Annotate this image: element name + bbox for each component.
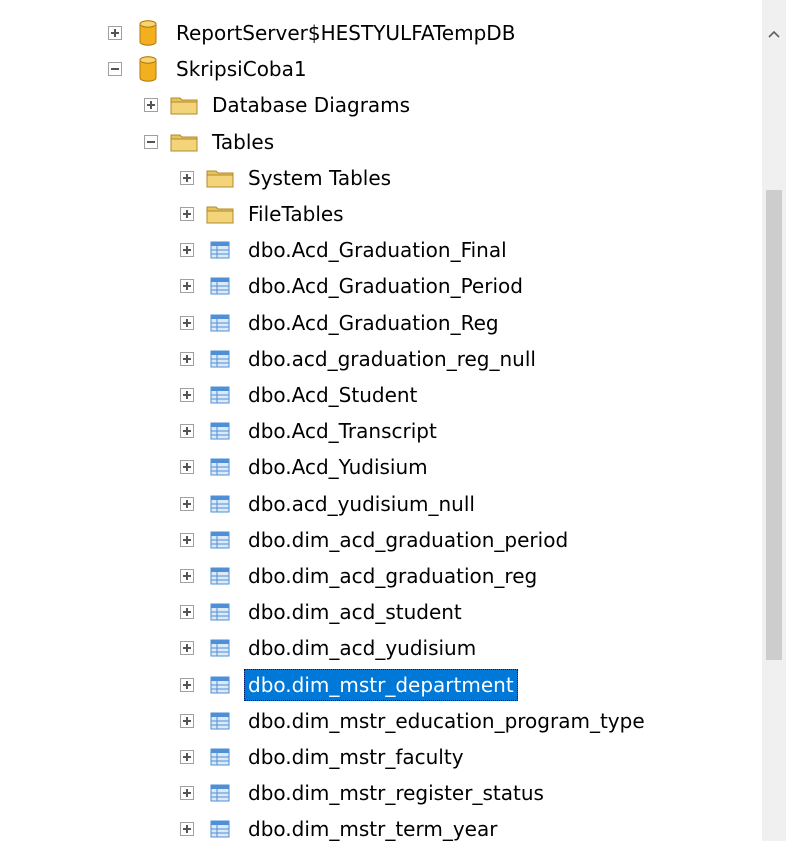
tree-node[interactable]: SkripsiCoba1 bbox=[108, 51, 311, 87]
table-icon bbox=[206, 781, 234, 805]
vertical-scrollbar[interactable] bbox=[762, 0, 786, 841]
expand-icon[interactable] bbox=[180, 677, 194, 692]
tree-node-label[interactable]: dbo.acd_yudisium_null bbox=[244, 488, 479, 520]
scroll-up-arrow-icon[interactable] bbox=[762, 22, 786, 46]
table-icon bbox=[206, 238, 234, 262]
expand-icon[interactable] bbox=[180, 496, 194, 511]
expand-icon[interactable] bbox=[180, 822, 194, 837]
tree-node[interactable]: ReportServer$HESTYULFATempDB bbox=[108, 15, 519, 51]
expand-icon[interactable] bbox=[180, 713, 194, 728]
object-explorer-tree: ReportServer$HESTYULFATempDB SkripsiCoba1… bbox=[0, 0, 762, 841]
tree-node-label[interactable]: dbo.Acd_Transcript bbox=[244, 415, 441, 447]
tree-node-label[interactable]: dbo.Acd_Graduation_Period bbox=[244, 270, 527, 302]
table-icon bbox=[206, 636, 234, 660]
table-icon bbox=[206, 274, 234, 298]
tree-node[interactable]: dbo.Acd_Yudisium bbox=[180, 449, 432, 485]
tree-node-label[interactable]: dbo.dim_mstr_department bbox=[244, 668, 518, 701]
tree-node[interactable]: dbo.dim_mstr_education_program_type bbox=[180, 703, 649, 739]
tree-node-label[interactable]: Tables bbox=[208, 126, 278, 158]
expand-icon[interactable] bbox=[180, 279, 194, 294]
tree-node[interactable]: Tables bbox=[144, 124, 278, 160]
table-icon bbox=[206, 311, 234, 335]
expand-icon[interactable] bbox=[180, 532, 194, 547]
tree-node[interactable]: dbo.dim_mstr_term_year bbox=[180, 811, 501, 841]
tree-node[interactable]: FileTables bbox=[180, 196, 348, 232]
tree-node-label[interactable]: SkripsiCoba1 bbox=[172, 53, 311, 85]
expand-icon[interactable] bbox=[180, 315, 194, 330]
tree-node[interactable]: dbo.dim_acd_yudisium bbox=[180, 630, 480, 666]
table-icon bbox=[206, 528, 234, 552]
table-icon bbox=[206, 419, 234, 443]
expand-icon[interactable] bbox=[180, 605, 194, 620]
tree-node-label[interactable]: dbo.Acd_Yudisium bbox=[244, 451, 432, 483]
tree-node-label[interactable]: dbo.dim_acd_yudisium bbox=[244, 632, 480, 664]
folder-icon bbox=[170, 130, 198, 154]
tree-node-label[interactable]: dbo.dim_acd_student bbox=[244, 596, 466, 628]
table-icon bbox=[206, 673, 234, 697]
folder-icon bbox=[206, 166, 234, 190]
tree-node-label[interactable]: dbo.dim_mstr_term_year bbox=[244, 813, 501, 841]
tree-node[interactable]: dbo.acd_yudisium_null bbox=[180, 486, 479, 522]
tree-node-label[interactable]: dbo.Acd_Graduation_Reg bbox=[244, 307, 503, 339]
expand-icon[interactable] bbox=[180, 641, 194, 656]
table-icon bbox=[206, 492, 234, 516]
expand-icon[interactable] bbox=[180, 569, 194, 583]
table-icon bbox=[206, 600, 234, 624]
tree-node-label[interactable]: Database Diagrams bbox=[208, 89, 414, 121]
tree-node-label[interactable]: FileTables bbox=[244, 198, 348, 230]
tree-node-label[interactable]: dbo.dim_mstr_education_program_type bbox=[244, 705, 649, 737]
expand-icon[interactable] bbox=[144, 98, 158, 113]
expand-icon[interactable] bbox=[180, 243, 194, 258]
database-icon bbox=[134, 20, 162, 46]
tree-node[interactable]: dbo.dim_mstr_department bbox=[180, 667, 518, 703]
folder-icon bbox=[206, 202, 234, 226]
tree-node[interactable]: dbo.Acd_Graduation_Final bbox=[180, 232, 511, 268]
tree-node-label[interactable]: dbo.dim_mstr_faculty bbox=[244, 741, 468, 773]
tree-node[interactable]: dbo.dim_mstr_register_status bbox=[180, 775, 548, 811]
expand-icon[interactable] bbox=[180, 388, 194, 402]
table-icon bbox=[206, 564, 234, 588]
tree-node-label[interactable]: dbo.acd_graduation_reg_null bbox=[244, 343, 540, 375]
collapse-icon[interactable] bbox=[144, 134, 158, 149]
tree-node[interactable]: dbo.dim_acd_graduation_reg bbox=[180, 558, 541, 594]
tree-node[interactable]: dbo.dim_acd_graduation_period bbox=[180, 522, 572, 558]
tree-node[interactable]: Database Diagrams bbox=[144, 87, 414, 123]
tree-node-label[interactable]: ReportServer$HESTYULFATempDB bbox=[172, 17, 519, 49]
table-icon bbox=[206, 347, 234, 371]
tree-node[interactable]: dbo.Acd_Transcript bbox=[180, 413, 441, 449]
expand-icon[interactable] bbox=[180, 460, 194, 475]
database-icon bbox=[134, 56, 162, 82]
expand-icon[interactable] bbox=[180, 786, 194, 801]
tree-node[interactable]: dbo.dim_mstr_faculty bbox=[180, 739, 468, 775]
scrollbar-thumb[interactable] bbox=[766, 190, 782, 660]
expand-icon[interactable] bbox=[180, 750, 194, 764]
tree-node[interactable]: dbo.acd_graduation_reg_null bbox=[180, 341, 540, 377]
tree-node-label[interactable]: dbo.dim_acd_graduation_reg bbox=[244, 560, 541, 592]
folder-icon bbox=[170, 93, 198, 117]
tree-node[interactable]: dbo.Acd_Graduation_Reg bbox=[180, 305, 503, 341]
tree-node-label[interactable]: dbo.Acd_Graduation_Final bbox=[244, 234, 511, 266]
expand-icon[interactable] bbox=[180, 351, 194, 366]
expand-icon[interactable] bbox=[180, 170, 194, 185]
expand-icon[interactable] bbox=[108, 26, 122, 40]
tree-node-label[interactable]: dbo.dim_mstr_register_status bbox=[244, 777, 548, 809]
collapse-icon[interactable] bbox=[108, 62, 122, 77]
tree-node-label[interactable]: dbo.dim_acd_graduation_period bbox=[244, 524, 572, 556]
table-icon bbox=[206, 383, 234, 407]
tree-node-label[interactable]: dbo.Acd_Student bbox=[244, 379, 421, 411]
tree-node[interactable]: dbo.Acd_Student bbox=[180, 377, 421, 413]
tree-node-label[interactable]: System Tables bbox=[244, 162, 395, 194]
table-icon bbox=[206, 709, 234, 733]
tree-node[interactable]: System Tables bbox=[180, 160, 395, 196]
tree-node[interactable]: dbo.Acd_Graduation_Period bbox=[180, 268, 527, 304]
table-icon bbox=[206, 455, 234, 479]
tree-node[interactable]: dbo.dim_acd_student bbox=[180, 594, 466, 630]
table-icon bbox=[206, 745, 234, 769]
table-icon bbox=[206, 817, 234, 841]
expand-icon[interactable] bbox=[180, 424, 194, 439]
expand-icon[interactable] bbox=[180, 207, 194, 221]
